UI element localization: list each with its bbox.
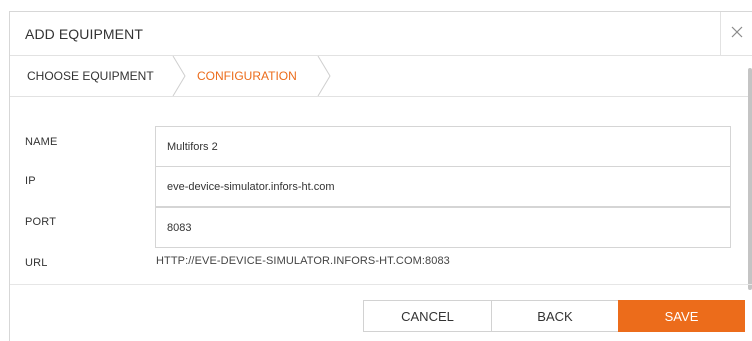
back-button[interactable]: BACK <box>491 300 619 332</box>
save-button[interactable]: SAVE <box>618 300 745 332</box>
ip-value: eve-device-simulator.infors-ht.com <box>167 180 335 193</box>
footer-divider <box>10 284 752 285</box>
step-separator-icon <box>172 56 186 96</box>
scrollbar-thumb[interactable] <box>748 68 752 290</box>
ip-label: IP <box>25 175 36 187</box>
cancel-button[interactable]: CANCEL <box>363 300 491 332</box>
ip-field[interactable]: eve-device-simulator.infors-ht.com <box>155 166 731 207</box>
port-field[interactable]: 8083 <box>155 207 731 248</box>
name-label: NAME <box>25 136 58 148</box>
step-configuration[interactable]: CONFIGURATION <box>197 56 297 96</box>
step-label: CONFIGURATION <box>197 69 297 83</box>
step-separator-icon <box>317 56 331 96</box>
dialog-header: ADD EQUIPMENT <box>10 12 752 56</box>
name-value: Multifors 2 <box>167 140 218 153</box>
port-value: 8083 <box>167 221 192 234</box>
add-equipment-dialog: ADD EQUIPMENT CHOOSE EQUIPMENT CONFIGURA… <box>9 11 752 341</box>
url-value: HTTP://EVE-DEVICE-SIMULATOR.INFORS-HT.CO… <box>156 255 450 267</box>
step-label: CHOOSE EQUIPMENT <box>27 69 154 83</box>
close-button[interactable] <box>720 12 752 56</box>
url-label: URL <box>25 257 48 269</box>
name-field[interactable]: Multifors 2 <box>155 126 731 167</box>
port-label: PORT <box>25 216 57 228</box>
wizard-steps: CHOOSE EQUIPMENT CONFIGURATION <box>10 56 752 97</box>
close-icon <box>731 25 743 43</box>
dialog-title: ADD EQUIPMENT <box>25 26 143 42</box>
step-choose-equipment[interactable]: CHOOSE EQUIPMENT <box>27 56 154 96</box>
